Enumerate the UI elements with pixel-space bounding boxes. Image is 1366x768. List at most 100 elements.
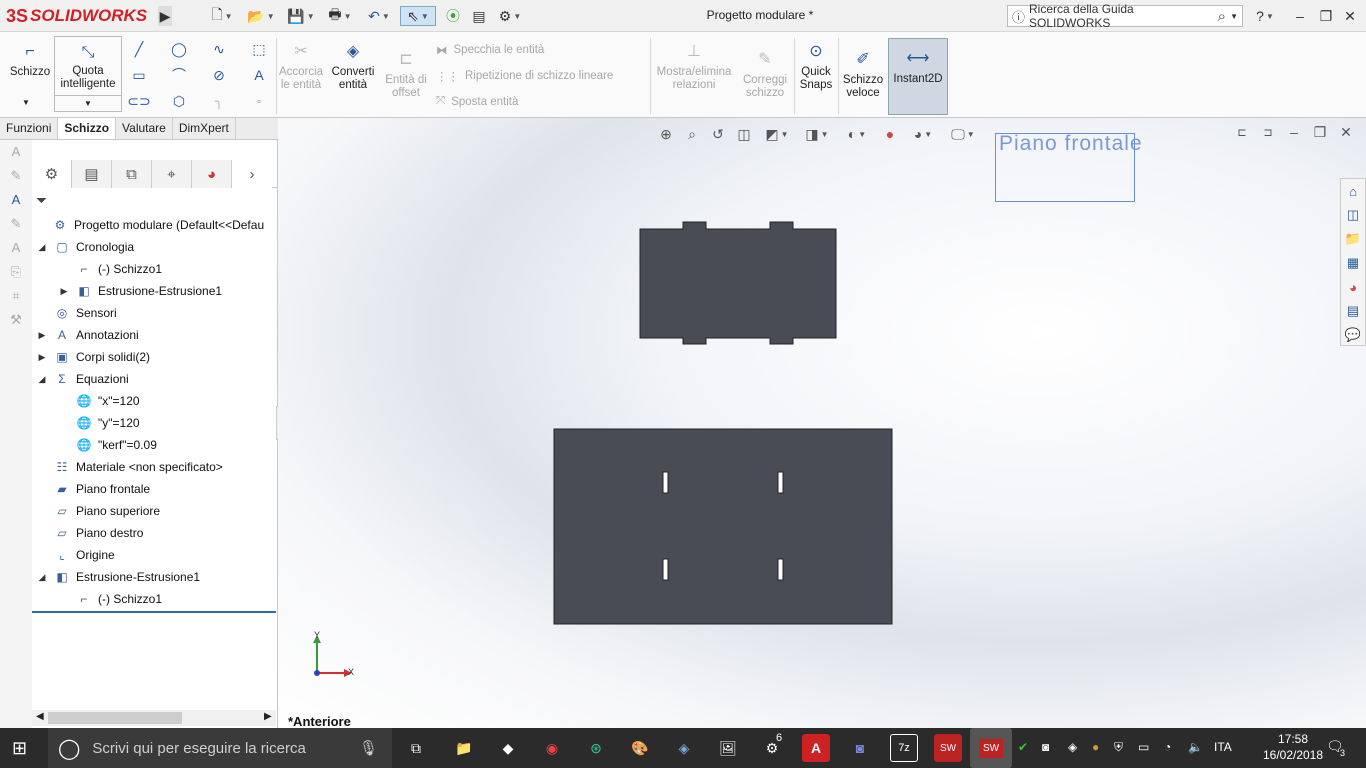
tab-funzioni[interactable]: Funzioni [0, 118, 59, 139]
line-tool-icon[interactable]: ╱ [130, 40, 148, 58]
image-viewer-icon[interactable]: 🖼 [714, 734, 742, 762]
tree-item-piano-superiore[interactable]: ▱ Piano superiore [36, 501, 160, 521]
smart-dimension-button[interactable]: ⤡ Quota intelligente [54, 36, 122, 96]
taskbar-search-box[interactable]: ◯ Scrivi qui per eseguire la ricerca 🎙 [48, 728, 392, 768]
solidworks-resources-icon[interactable]: ⌂ [1341, 179, 1365, 203]
point-tool-icon[interactable]: ▫ [250, 92, 268, 110]
tree-item-equazioni[interactable]: ◢ Σ Equazioni [36, 369, 129, 389]
upper-panel[interactable] [639, 221, 837, 345]
configuration-manager-tab-icon[interactable]: ⧉ [112, 160, 152, 188]
tray-shield-icon[interactable]: ⛨ [1114, 740, 1123, 755]
tree-item-history-extrude[interactable]: ▶ ◧ Estrusione-Estrusione1 [58, 281, 223, 301]
strip-edit-icon[interactable]: ✎ [6, 168, 26, 188]
tray-wifi-icon[interactable]: ◔ [1164, 740, 1171, 754]
dimxpert-manager-tab-icon[interactable]: ⌖ [152, 160, 192, 188]
view-palette-icon[interactable]: ▦ [1341, 251, 1365, 275]
undo-icon[interactable]: ↶ ▼ [362, 6, 396, 26]
custom-properties-icon[interactable]: ▤ [1341, 299, 1365, 323]
tree-item-corpi-solidi[interactable]: ▶ ▣ Corpi solidi(2) [36, 347, 151, 367]
slot-top-left[interactable] [662, 471, 669, 494]
fillet-tool-icon[interactable]: ╮ [210, 92, 228, 110]
more-tabs-arrow-icon[interactable]: › [232, 160, 272, 188]
search-icon[interactable]: ⌕ [1218, 8, 1226, 25]
discord-icon[interactable]: ◙ [846, 734, 874, 762]
tree-item-eq-kerf[interactable]: 🌐 "kerf"=0.09 [58, 435, 157, 455]
tab-valutare[interactable]: Valutare [116, 118, 173, 139]
tree-item-estrusione[interactable]: ◢ ◧ Estrusione-Estrusione1 [36, 567, 201, 587]
move-entities-button[interactable]: ⤧ Sposta entità [436, 95, 518, 108]
tree-item-history-schizzo1[interactable]: ⌐ (-) Schizzo1 [58, 259, 162, 279]
convert-entities-button[interactable]: ◈ Converti entità [328, 40, 378, 92]
system-clock[interactable]: 17:58 16/02/2018 [1262, 731, 1324, 763]
tree-filter-icon[interactable]: ⏷ [36, 192, 272, 212]
text-tool-icon[interactable]: A [250, 66, 268, 84]
quick-snaps-button[interactable]: ⊙ Quick Snaps [796, 40, 836, 92]
tree-item-schizzo1[interactable]: ⌐ (-) Schizzo1 [58, 589, 162, 609]
slot-tool-icon[interactable]: ⊂⊃ [127, 92, 150, 110]
tree-item-materiale[interactable]: ☷ Materiale <non specificato> [36, 457, 223, 477]
lower-panel[interactable] [553, 428, 893, 625]
scroll-thumb[interactable] [48, 712, 182, 724]
open-folder-icon[interactable]: 📂 ▼ [244, 6, 278, 26]
collapse-arrow-icon[interactable]: ◢ [36, 242, 48, 253]
mirror-entities-button[interactable]: ⧓ Specchia le entità [436, 43, 544, 57]
spline-tool-icon[interactable]: ∿ [210, 40, 228, 58]
smart-dimension-dropdown-icon[interactable]: ▼ [54, 96, 122, 112]
help-question-icon[interactable]: ? ▼ [1252, 6, 1278, 26]
forum-icon[interactable]: 💬 [1341, 323, 1365, 347]
repair-sketch-button[interactable]: ✎ Correggi schizzo [740, 48, 790, 100]
new-document-icon[interactable]: 🗋 ▼ [206, 6, 238, 26]
instant2d-button[interactable]: ⟷ Instant2D [888, 38, 948, 115]
tray-volume-icon[interactable]: 🔈 [1188, 740, 1203, 754]
solidworks-2016-active-icon[interactable]: SW [970, 728, 1012, 768]
linear-pattern-button[interactable]: ⋮⋮ Ripetizione di schizzo lineare [436, 69, 613, 83]
expand-arrow-icon[interactable]: ▶ [58, 286, 70, 297]
arc-tool-icon[interactable]: ⌒ [170, 66, 188, 84]
slot-bottom-right[interactable] [777, 558, 784, 581]
rectangle-tool-icon[interactable]: ▭ [130, 66, 148, 84]
ellipse-tool-icon[interactable]: ⊘ [210, 66, 228, 84]
tree-item-piano-destro[interactable]: ▱ Piano destro [36, 523, 143, 543]
strip-annotation-icon[interactable]: A [6, 192, 26, 212]
tray-discord-icon[interactable]: ◙ [1042, 740, 1049, 754]
print-icon[interactable]: 🖶 ▼ [322, 6, 358, 26]
offset-entities-button[interactable]: ⊏ Entità di offset [382, 48, 430, 100]
solidworks-logo[interactable]: 3S SOLIDWORKS [6, 4, 147, 28]
collapse-arrow-icon[interactable]: ◢ [36, 374, 48, 385]
tray-app-icon[interactable]: ◈ [1068, 740, 1077, 754]
microphone-icon[interactable]: 🎙 [359, 739, 378, 757]
part-geometry[interactable] [278, 118, 1366, 730]
chrome-icon[interactable]: ◉ [538, 734, 566, 762]
tree-item-cronologia[interactable]: ◢ ▢ Cronologia [36, 237, 135, 257]
restore-window-icon[interactable]: ❐ [1316, 6, 1336, 26]
close-window-icon[interactable]: ✕ [1340, 6, 1360, 26]
tree-item-sensori[interactable]: ◎ Sensori [36, 303, 117, 323]
tray-cloud-icon[interactable]: ● [1092, 740, 1099, 754]
7zip-icon[interactable]: 7z [890, 734, 918, 762]
strip-edit2-icon[interactable]: ✎ [6, 216, 26, 236]
options-gear-icon[interactable]: ⚙ ▼ [494, 6, 526, 26]
tree-item-eq-x[interactable]: 🌐 "x"=120 [58, 391, 140, 411]
construction-geometry-icon[interactable]: ⬚ [250, 40, 268, 58]
trim-entities-button[interactable]: ✂ Accorcia le entità [278, 40, 324, 92]
tree-item-eq-y[interactable]: 🌐 "y"=120 [58, 413, 140, 433]
tree-item-annotazioni[interactable]: ▶ A Annotazioni [36, 325, 139, 345]
app-circle-icon[interactable]: ⊛ [582, 734, 610, 762]
rapid-sketch-button[interactable]: ✐ Schizzo veloce [840, 48, 886, 100]
minimize-window-icon[interactable]: – [1290, 6, 1310, 26]
tray-battery-icon[interactable]: ▭ [1138, 740, 1149, 754]
scroll-right-icon[interactable]: ▶ [264, 711, 272, 722]
expand-menu-arrow-icon[interactable]: ▶ [158, 6, 172, 26]
design-library-icon[interactable]: ◫ [1341, 203, 1365, 227]
task-view-icon[interactable]: ⧉ [402, 734, 430, 762]
appearances-icon[interactable]: ◕ [1341, 275, 1365, 299]
tree-root[interactable]: ⚙ Progetto modulare (Default<<Defau [34, 215, 265, 235]
strip-text2-icon[interactable]: A [6, 240, 26, 260]
tree-item-piano-frontale[interactable]: ▰ Piano frontale [36, 479, 150, 499]
select-cursor-icon[interactable]: ⇖ ▼ [400, 6, 436, 26]
circle-tool-icon[interactable]: ◯ [170, 40, 188, 58]
tab-dimxpert[interactable]: DimXpert [173, 118, 236, 139]
slot-bottom-left[interactable] [662, 558, 669, 581]
strip-tools-icon[interactable]: ⚒ [6, 312, 26, 332]
tree-item-origine[interactable]: ⌞ Origine [36, 545, 115, 565]
